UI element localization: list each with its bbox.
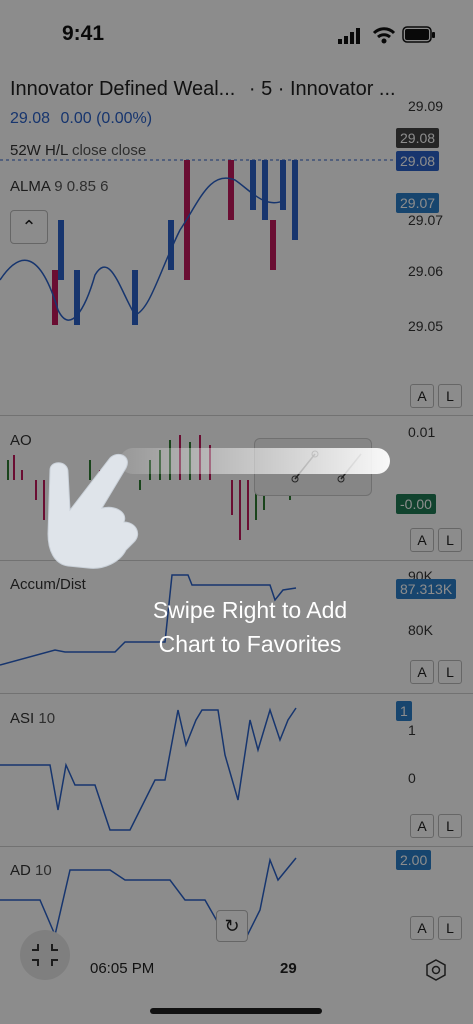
home-indicator[interactable] [150,1008,322,1014]
swipe-trail [120,448,390,474]
hand-swipe-icon [47,453,139,569]
tutorial-text: Swipe Right to Add Chart to Favorites [100,593,400,661]
tutorial-line-2: Chart to Favorites [158,631,342,657]
tutorial-line-1: Swipe Right to Add [152,597,348,623]
